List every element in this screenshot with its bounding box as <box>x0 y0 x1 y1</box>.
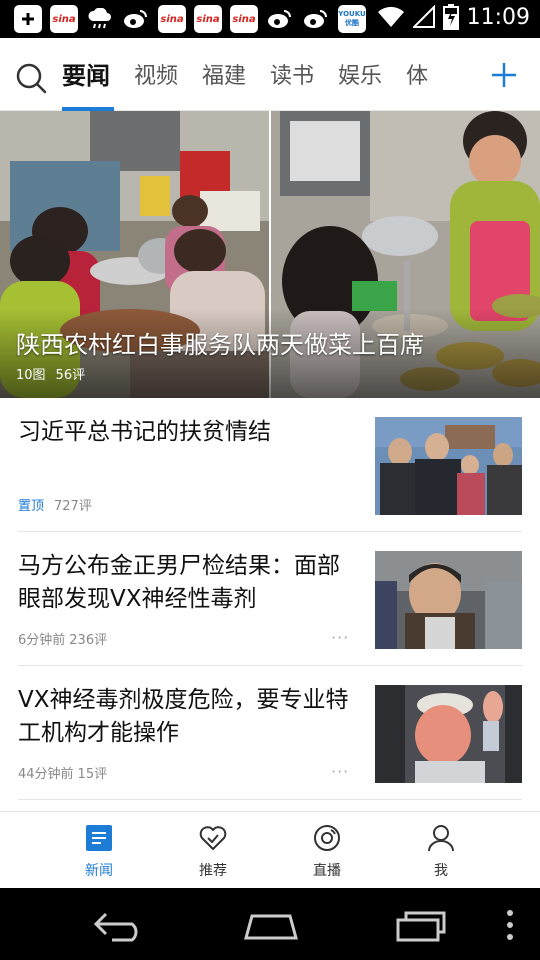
youku-icon: YOUKU 优酷 <box>338 5 366 33</box>
news-thumbnail <box>375 685 522 783</box>
more-options-icon[interactable]: ··· <box>331 762 349 781</box>
news-title: 马方公布金正男尸检结果：面部眼部发现VX神经性毒剂 <box>18 553 340 612</box>
wifi-icon <box>377 6 404 28</box>
live-icon <box>314 825 340 851</box>
pinned-badge: 置顶 <box>18 499 45 514</box>
channel-tab-bar: 要闻 视频 福建 读书 娱乐 体 <box>0 38 540 111</box>
sina-icon: sina <box>50 5 78 33</box>
news-time: 44分钟前 <box>18 767 74 782</box>
sina-icon: sina <box>194 5 222 33</box>
bottom-navigation: 新闻 推荐 直播 我 <box>0 811 540 888</box>
news-meta: 置顶 727评 <box>18 495 92 514</box>
nav-label: 新闻 <box>85 863 113 879</box>
notification-icons: sina sina sina sina YOUKU 优酷 <box>14 5 366 33</box>
comment-count: 56评 <box>55 368 86 383</box>
cloud-icon <box>86 5 114 33</box>
nav-live[interactable]: 直播 <box>270 812 384 889</box>
news-title: VX神经毒剂极度危险，要专业特工机构才能操作 <box>18 687 349 746</box>
tab-reading[interactable]: 读书 <box>270 38 314 111</box>
tab-headlines[interactable]: 要闻 <box>62 38 114 111</box>
recent-apps-icon[interactable] <box>394 908 448 942</box>
tab-video[interactable]: 视频 <box>134 38 178 111</box>
tab-sports[interactable]: 体 <box>406 38 428 111</box>
signal-icon <box>412 5 435 28</box>
tab-entertainment[interactable]: 娱乐 <box>338 38 382 111</box>
hero-meta: 10图 56评 <box>16 364 95 383</box>
system-status: 11:09 <box>377 4 530 30</box>
weibo-icon <box>302 5 330 33</box>
news-item[interactable]: 习近平总书记的扶贫情结 置顶 727评 <box>18 398 522 532</box>
news-meta: 6分钟前 236评 <box>18 629 107 648</box>
nav-news[interactable]: 新闻 <box>42 812 156 889</box>
news-thumbnail <box>375 417 522 515</box>
news-icon <box>86 825 112 851</box>
heart-check-icon <box>199 826 227 850</box>
nav-label: 推荐 <box>199 863 227 879</box>
person-icon <box>428 825 454 852</box>
weibo-icon <box>266 5 294 33</box>
comment-count: 15评 <box>77 767 108 782</box>
hero-story[interactable]: 陕西农村红白事服务队两天做菜上百席 10图 56评 <box>0 111 540 398</box>
back-icon[interactable] <box>92 908 148 942</box>
sina-icon: sina <box>158 5 186 33</box>
status-bar: sina sina sina sina YOUKU 优酷 11:09 <box>0 0 540 38</box>
news-title: 习近平总书记的扶贫情结 <box>18 419 271 445</box>
weibo-icon <box>122 5 150 33</box>
news-time: 6分钟前 <box>18 633 66 648</box>
news-item[interactable]: 马方公布金正男尸检结果：面部眼部发现VX神经性毒剂 6分钟前 236评 ··· <box>18 532 522 666</box>
news-meta: 44分钟前 15评 <box>18 763 107 782</box>
tab-fujian[interactable]: 福建 <box>202 38 246 111</box>
channel-tabs: 要闻 视频 福建 读书 娱乐 体 <box>62 38 482 111</box>
battery-icon <box>442 4 459 30</box>
add-box-icon <box>14 5 42 33</box>
add-channel-icon[interactable] <box>490 61 518 89</box>
comment-count: 236评 <box>69 633 108 648</box>
photo-count: 10图 <box>16 368 46 383</box>
nav-recommend[interactable]: 推荐 <box>156 812 270 889</box>
hero-title: 陕西农村红白事服务队两天做菜上百席 <box>16 331 424 359</box>
news-thumbnail <box>375 551 522 649</box>
more-options-icon[interactable]: ··· <box>331 628 349 647</box>
search-icon[interactable] <box>14 61 48 95</box>
nav-label: 我 <box>434 863 448 879</box>
menu-overflow-icon[interactable] <box>504 908 516 942</box>
nav-label: 直播 <box>313 863 341 879</box>
news-item-partial <box>18 800 522 811</box>
comment-count: 727评 <box>54 499 92 514</box>
clock: 11:09 <box>466 4 530 30</box>
sina-icon: sina <box>230 5 258 33</box>
home-icon[interactable] <box>242 908 300 942</box>
system-navigation-bar <box>0 888 540 960</box>
nav-me[interactable]: 我 <box>384 812 498 889</box>
news-item[interactable]: VX神经毒剂极度危险，要专业特工机构才能操作 44分钟前 15评 ··· <box>18 666 522 800</box>
